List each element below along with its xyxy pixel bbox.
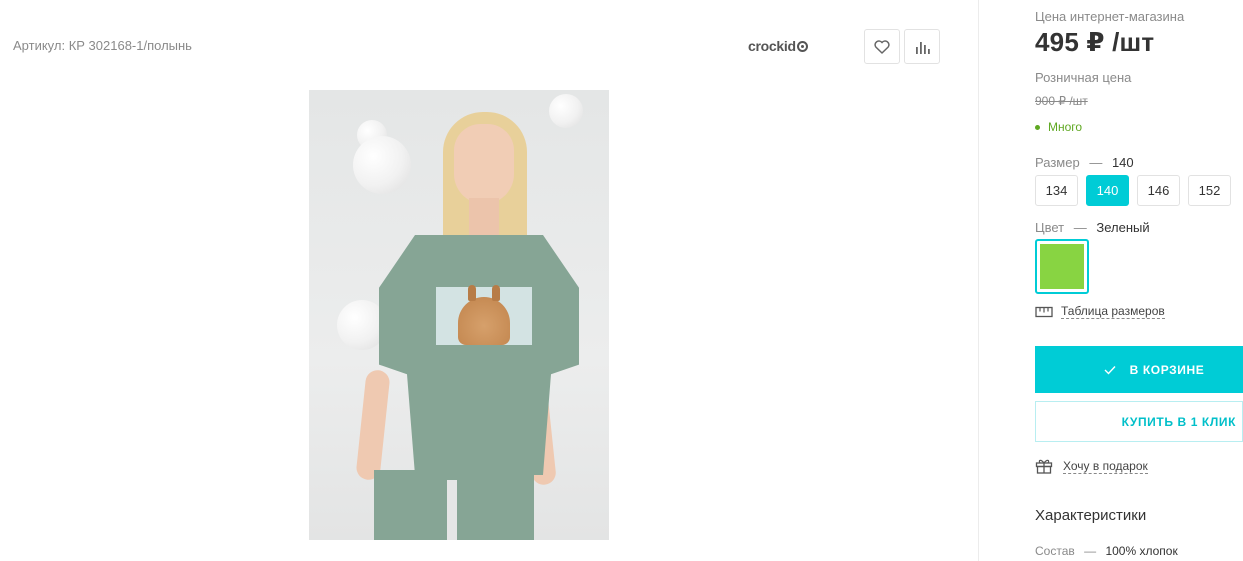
online-price-label: Цена интернет-магазина bbox=[1035, 9, 1185, 24]
color-selected: Зеленый bbox=[1096, 220, 1150, 235]
product-sku: Артикул: КР 302168-1/полынь bbox=[13, 38, 192, 53]
pants-gap bbox=[447, 480, 457, 540]
tshirt-print bbox=[436, 285, 532, 345]
product-gallery-area: Артикул: КР 302168-1/полынь crockid bbox=[0, 0, 978, 561]
model-face bbox=[454, 124, 514, 204]
stock-dot-icon bbox=[1035, 124, 1040, 130]
stock-status-text: Много bbox=[1048, 120, 1083, 134]
model-neck bbox=[469, 198, 499, 238]
composition-separator: — bbox=[1084, 544, 1097, 558]
size-label-row: Размер — 140 bbox=[1035, 155, 1134, 170]
heart-icon bbox=[874, 39, 890, 54]
size-table-label: Таблица размеров bbox=[1061, 304, 1165, 319]
size-option-134[interactable]: 134 bbox=[1035, 175, 1078, 206]
size-options: 134 140 146 152 bbox=[1035, 175, 1231, 206]
size-table-link[interactable]: Таблица размеров bbox=[1035, 304, 1165, 319]
purchase-panel: Цена интернет-магазина 495 ₽ /шт Розничн… bbox=[1035, 0, 1243, 561]
balloon-decoration bbox=[549, 94, 583, 128]
in-cart-label: В КОРЗИНЕ bbox=[1129, 362, 1205, 377]
compare-button[interactable] bbox=[904, 29, 940, 64]
gift-icon bbox=[1035, 459, 1053, 474]
color-swatch-fill bbox=[1040, 244, 1084, 289]
product-photo[interactable] bbox=[309, 90, 609, 540]
model-arm bbox=[355, 369, 391, 481]
brand-name: crockid bbox=[748, 38, 796, 54]
retail-price-label: Розничная цена bbox=[1035, 70, 1132, 85]
squirrel-icon bbox=[458, 285, 510, 345]
wishlist-gift-link[interactable]: Хочу в подарок bbox=[1035, 458, 1148, 474]
stock-status: Много bbox=[1035, 120, 1082, 134]
color-swatch-green[interactable] bbox=[1035, 239, 1089, 294]
size-selected: 140 bbox=[1111, 155, 1134, 170]
composition-row: Состав — 100% хлопок bbox=[1035, 544, 1178, 558]
composition-value: 100% хлопок bbox=[1105, 544, 1178, 558]
balloon-decoration bbox=[353, 136, 411, 194]
online-price: 495 ₽ /шт bbox=[1035, 27, 1155, 57]
buy-one-click-label: КУПИТЬ В 1 КЛИК bbox=[1121, 414, 1236, 429]
ruler-icon bbox=[1035, 306, 1053, 317]
color-separator: — bbox=[1073, 220, 1087, 235]
color-label: Цвет bbox=[1035, 220, 1065, 235]
size-option-152[interactable]: 152 bbox=[1188, 175, 1231, 206]
size-label: Размер bbox=[1035, 155, 1080, 170]
panel-divider bbox=[978, 0, 979, 561]
gift-label: Хочу в подарок bbox=[1063, 458, 1148, 474]
brand-mark-icon bbox=[796, 40, 808, 52]
buy-one-click-button[interactable]: КУПИТЬ В 1 КЛИК bbox=[1035, 401, 1243, 442]
size-option-146[interactable]: 146 bbox=[1137, 175, 1180, 206]
size-option-140[interactable]: 140 bbox=[1086, 175, 1129, 206]
in-cart-button[interactable]: В КОРЗИНЕ bbox=[1035, 346, 1243, 393]
check-icon bbox=[1104, 365, 1116, 375]
bar-chart-icon bbox=[916, 41, 930, 54]
color-label-row: Цвет — Зеленый bbox=[1035, 220, 1150, 235]
retail-price: 900 ₽ /шт bbox=[1035, 94, 1088, 108]
brand-logo[interactable]: crockid bbox=[748, 38, 808, 54]
favorite-button[interactable] bbox=[864, 29, 900, 64]
size-separator: — bbox=[1089, 155, 1103, 170]
composition-label: Состав bbox=[1035, 544, 1075, 558]
characteristics-title: Характеристики bbox=[1035, 507, 1147, 524]
